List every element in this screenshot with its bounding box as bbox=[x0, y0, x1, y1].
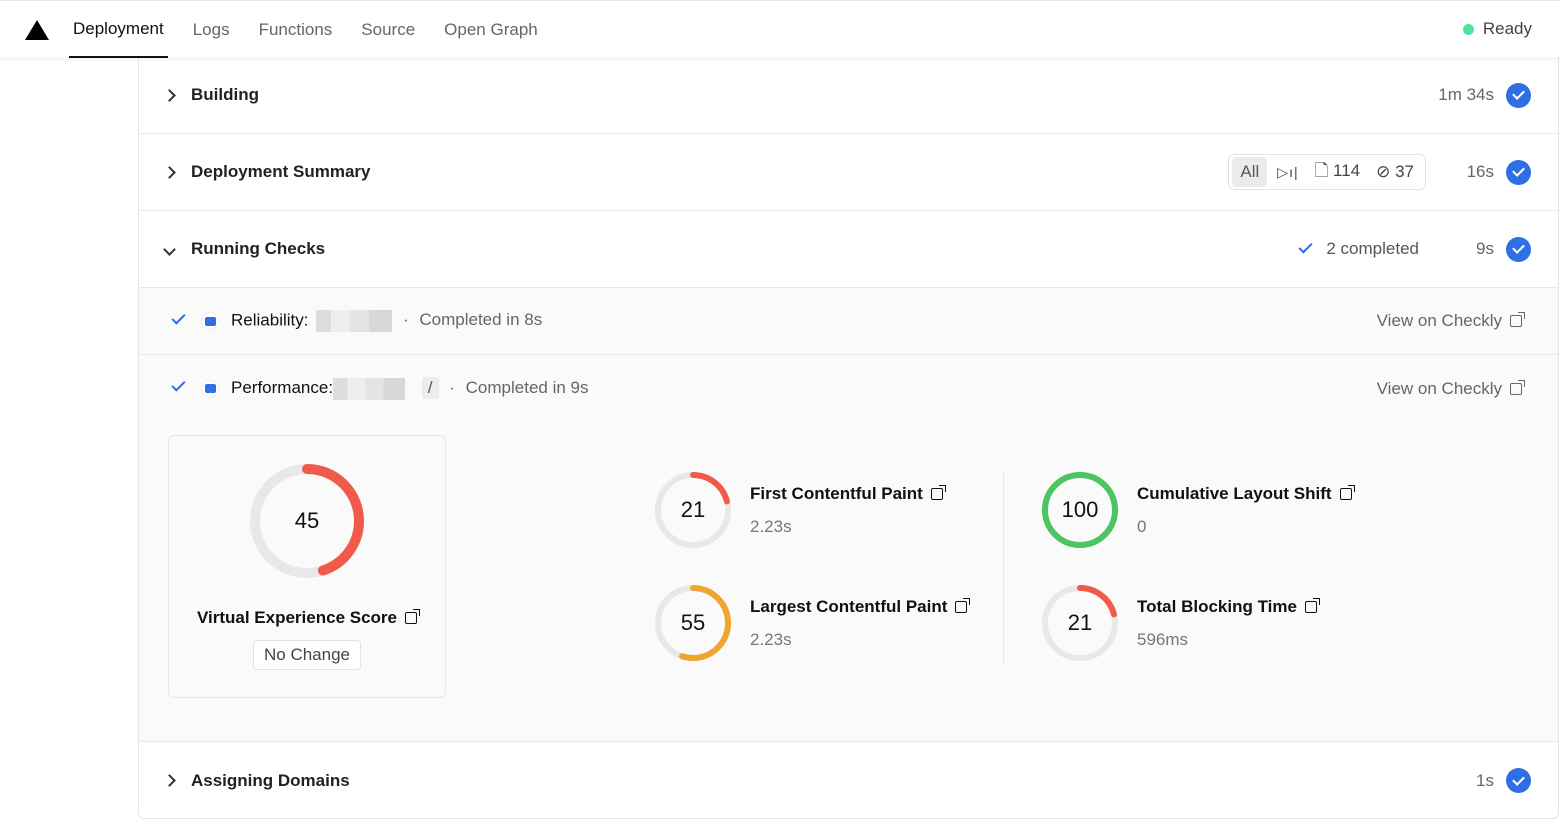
check-circle-icon bbox=[1506, 82, 1531, 108]
metric-score: 21 bbox=[680, 497, 706, 522]
chevron-right-icon bbox=[163, 165, 176, 179]
static-files-filter-button[interactable]: 🗋 114 bbox=[1315, 158, 1361, 187]
status-label: Ready bbox=[1482, 19, 1532, 38]
check-status: Completed in 9s bbox=[465, 378, 589, 398]
check-reliability: Reliability: · Completed in 8s View on C… bbox=[139, 288, 1558, 355]
checkly-icon bbox=[201, 312, 219, 330]
metric-score: 55 bbox=[680, 610, 706, 635]
redacted-name bbox=[333, 377, 406, 400]
deployment-steps: Building 1m 34s Deployment Summary All ▷… bbox=[138, 57, 1559, 819]
function-count: 37 bbox=[1395, 162, 1414, 181]
tab-functions[interactable]: Functions bbox=[255, 1, 337, 58]
metric-score: 100 bbox=[1061, 497, 1099, 522]
step-duration: 16s bbox=[1466, 162, 1494, 181]
step-duration: 1m 34s bbox=[1438, 85, 1494, 104]
view-on-checkly-link[interactable]: View on Checkly bbox=[1377, 311, 1525, 331]
checkmark-icon bbox=[171, 310, 186, 325]
check-label: Reliability: bbox=[231, 310, 309, 330]
external-link-icon bbox=[405, 609, 420, 624]
score-change-badge: No Change bbox=[252, 640, 361, 670]
file-count: 114 bbox=[1333, 160, 1361, 180]
metric-name-link[interactable]: Largest Contentful Paint bbox=[750, 597, 971, 617]
check-circle-icon bbox=[1506, 159, 1531, 185]
checkmark-icon bbox=[1298, 239, 1313, 254]
metric-gauge: 21 bbox=[1042, 585, 1118, 661]
external-link-icon bbox=[1510, 312, 1525, 327]
step-duration: 1s bbox=[1476, 770, 1494, 790]
tab-open-graph[interactable]: Open Graph bbox=[440, 1, 542, 58]
virtual-experience-score-card: 45 Virtual Experience Score No Change bbox=[168, 435, 446, 698]
step-title: Deployment Summary bbox=[191, 162, 371, 181]
metric-value: 596ms bbox=[1137, 630, 1189, 649]
metric-value: 2.23s bbox=[750, 517, 792, 536]
tab-source[interactable]: Source bbox=[357, 1, 419, 58]
divider bbox=[1003, 472, 1004, 662]
checkmark-icon bbox=[171, 377, 186, 392]
score-gauge: 45 bbox=[250, 464, 364, 578]
metric-score: 21 bbox=[1067, 610, 1093, 635]
check-circle-icon bbox=[1506, 768, 1531, 793]
score-label[interactable]: Virtual Experience Score bbox=[169, 608, 445, 628]
metric-gauge: 100 bbox=[1042, 472, 1118, 548]
chevron-right-icon bbox=[163, 88, 176, 102]
external-link-icon bbox=[1304, 598, 1320, 613]
checks-completed: 2 completed bbox=[1326, 239, 1419, 258]
step-title: Assigning Domains bbox=[191, 770, 350, 790]
output-filter: All ▷ı| 🗋 114 ⊘ 37 bbox=[1228, 154, 1426, 190]
metric-gauge: 21 bbox=[655, 472, 731, 548]
step-title: Building bbox=[191, 85, 259, 104]
metric-gauge: 55 bbox=[655, 585, 731, 661]
metric-value: 2.23s bbox=[750, 630, 792, 649]
check-label: Performance: bbox=[231, 378, 334, 398]
check-path: / bbox=[421, 377, 439, 400]
vercel-logo-icon[interactable] bbox=[25, 20, 49, 40]
step-assigning-domains[interactable]: Assigning Domains 1s bbox=[139, 742, 1558, 819]
top-nav: Deployment Logs Functions Source Open Gr… bbox=[0, 0, 1560, 58]
external-link-icon bbox=[1339, 485, 1355, 500]
view-on-checkly-link[interactable]: View on Checkly bbox=[1377, 379, 1525, 399]
step-title: Running Checks bbox=[191, 239, 326, 258]
step-building[interactable]: Building 1m 34s bbox=[139, 57, 1558, 134]
external-link-icon bbox=[1510, 379, 1525, 395]
checkly-icon bbox=[201, 379, 219, 398]
check-circle-icon bbox=[1506, 236, 1531, 262]
step-deployment-summary[interactable]: Deployment Summary All ▷ı| 🗋 114 ⊘ 37 16… bbox=[139, 134, 1558, 211]
check-performance: Performance: / · Completed in 9s View on… bbox=[139, 355, 1558, 422]
step-running-checks[interactable]: Running Checks 2 completed 9s bbox=[139, 211, 1558, 288]
metric-name-link[interactable]: First Contentful Paint bbox=[750, 484, 946, 504]
middleware-filter-button[interactable]: ▷ı| bbox=[1277, 164, 1298, 181]
step-duration: 9s bbox=[1476, 239, 1494, 258]
metric-name-link[interactable]: Cumulative Layout Shift bbox=[1137, 484, 1355, 504]
functions-filter-button[interactable]: ⊘ 37 bbox=[1376, 162, 1414, 182]
check-status: Completed in 8s bbox=[419, 310, 543, 330]
status-dot-icon bbox=[1462, 23, 1474, 35]
chevron-down-icon bbox=[163, 242, 176, 256]
tab-deployment[interactable]: Deployment bbox=[69, 1, 168, 58]
deployment-status: Ready bbox=[1462, 19, 1532, 39]
tab-logs[interactable]: Logs bbox=[189, 1, 234, 58]
metric-value: 0 bbox=[1137, 517, 1147, 536]
chevron-right-icon bbox=[163, 774, 176, 787]
metric-name-link[interactable]: Total Blocking Time bbox=[1137, 597, 1320, 617]
external-link-icon bbox=[930, 485, 946, 500]
filter-all-button[interactable]: All bbox=[1232, 157, 1268, 187]
external-link-icon bbox=[955, 598, 971, 613]
redacted-name bbox=[316, 310, 393, 332]
